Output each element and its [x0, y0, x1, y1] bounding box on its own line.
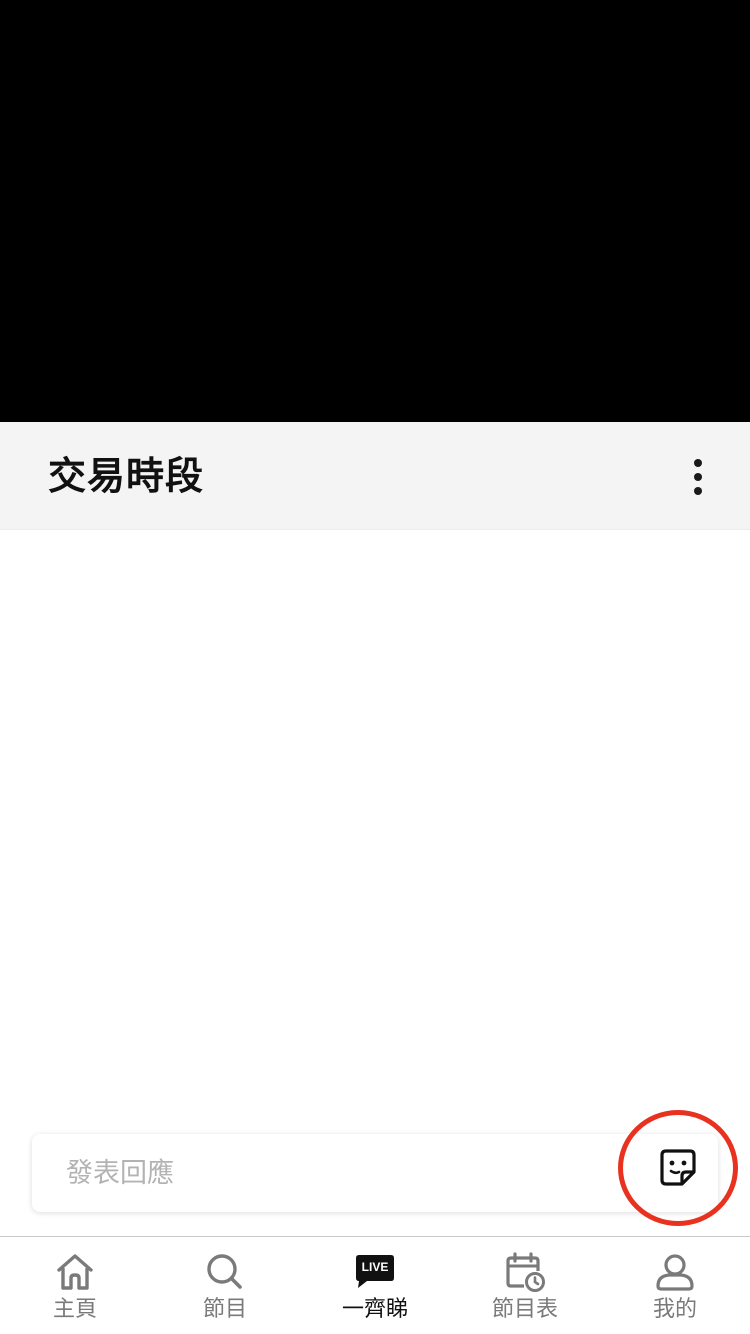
sticker-icon — [660, 1149, 696, 1186]
title-bar: 交易時段 — [0, 422, 750, 530]
page-title: 交易時段 — [48, 454, 205, 498]
screen: 交易時段 主頁 — [0, 0, 750, 1334]
more-options-button[interactable] — [678, 452, 718, 502]
live-icon: LIVE — [352, 1251, 398, 1293]
more-options-icon — [694, 459, 702, 467]
nav-label-home: 主頁 — [52, 1297, 97, 1322]
calendar-clock-icon — [502, 1251, 548, 1293]
home-icon — [52, 1251, 98, 1293]
nav-label-watch-together: 一齊睇 — [341, 1297, 408, 1322]
chat-area — [0, 530, 750, 1120]
live-badge-text: LIVE — [361, 1260, 389, 1274]
nav-label-schedule: 節目表 — [491, 1297, 558, 1322]
profile-icon — [652, 1251, 698, 1293]
nav-item-profile[interactable]: 我的 — [600, 1237, 750, 1334]
video-player[interactable] — [0, 0, 750, 422]
nav-item-home[interactable]: 主頁 — [0, 1237, 150, 1334]
more-options-icon-dot — [694, 487, 702, 495]
sticker-button[interactable] — [618, 1110, 738, 1226]
nav-label-programs: 節目 — [202, 1297, 247, 1322]
comment-box — [32, 1134, 718, 1212]
search-icon — [202, 1251, 248, 1293]
nav-item-watch-together[interactable]: LIVE 一齊睇 — [300, 1237, 450, 1334]
more-options-icon-dot — [694, 473, 702, 481]
bottom-nav: 主頁 節目 LIVE 一齊睇 節目表 我的 — [0, 1236, 750, 1334]
comment-input[interactable] — [66, 1143, 626, 1203]
nav-item-programs[interactable]: 節目 — [150, 1237, 300, 1334]
nav-label-profile: 我的 — [652, 1297, 697, 1322]
nav-item-schedule[interactable]: 節目表 — [450, 1237, 600, 1334]
